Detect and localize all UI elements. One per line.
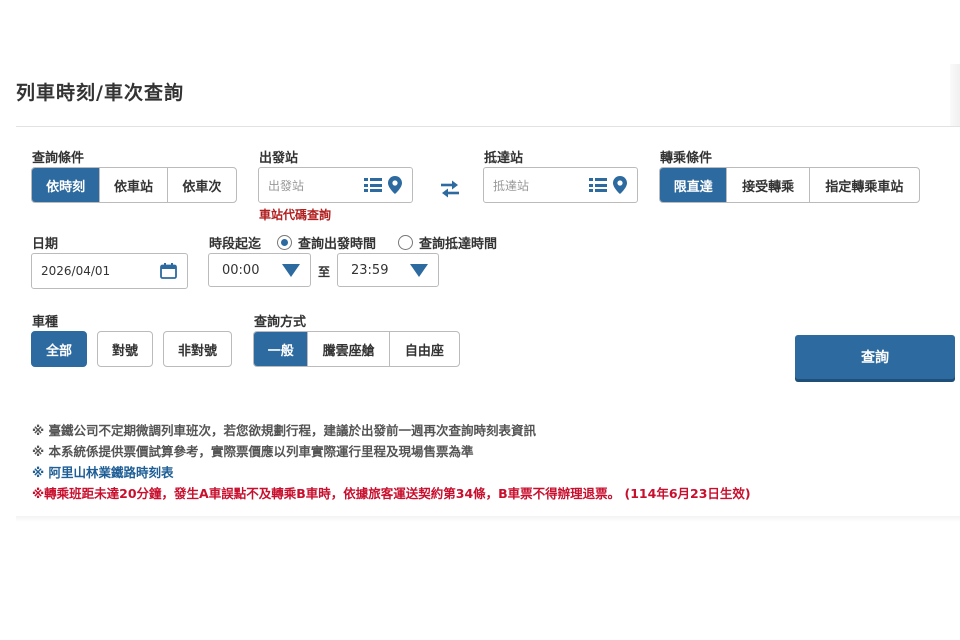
start-time-select[interactable]: 00:00 <box>208 253 311 287</box>
option-by-train-no[interactable]: 依車次 <box>168 168 236 202</box>
departure-placeholder: 出發站 <box>268 178 305 193</box>
departure-label: 出發站 <box>259 151 299 166</box>
transfer-toggle: 限直達 接受轉乘 指定轉乘車站 <box>659 167 920 203</box>
note-schedule-adjust: ※ 臺鐵公司不定期微調列車班次，若您欲規劃行程，建議於出發前一週再次查詢時刻表資… <box>32 423 537 438</box>
radio-unselected-icon[interactable] <box>398 235 413 250</box>
radio-selected-icon[interactable] <box>277 235 292 250</box>
arrival-label: 抵達站 <box>484 151 524 166</box>
station-list-icon[interactable] <box>589 178 607 192</box>
option-tengyun-cabin[interactable]: 騰雲座艙 <box>308 332 390 366</box>
radio-arrival-time[interactable]: 查詢抵達時間 <box>398 233 497 252</box>
train-type-all-button[interactable]: 全部 <box>31 331 87 367</box>
time-range-label: 時段起迄 <box>209 237 262 252</box>
end-time-select[interactable]: 23:59 <box>337 253 439 287</box>
dropdown-arrow-icon <box>410 263 428 277</box>
train-type-reserved-button[interactable]: 對號 <box>97 331 153 367</box>
departure-station-input[interactable]: 出發站 <box>258 167 413 203</box>
radio-departure-time[interactable]: 查詢出發時間 <box>277 233 376 252</box>
arrival-station-input[interactable]: 抵達站 <box>483 167 638 203</box>
date-input[interactable]: 2026/04/01 <box>31 253 188 289</box>
calendar-icon[interactable] <box>160 263 177 279</box>
arrival-placeholder: 抵達站 <box>493 178 530 193</box>
location-pin-icon[interactable] <box>388 176 402 194</box>
option-by-station[interactable]: 依車站 <box>100 168 168 202</box>
date-label: 日期 <box>32 237 59 252</box>
page-title: 列車時刻/車次查詢 <box>16 82 184 104</box>
end-time-value: 23:59 <box>351 262 389 278</box>
option-accept-transfer[interactable]: 接受轉乘 <box>727 168 810 202</box>
option-direct-only[interactable]: 限直達 <box>660 168 728 202</box>
to-label: 至 <box>318 265 331 279</box>
dropdown-arrow-icon <box>282 263 300 277</box>
query-mode-label: 查詢方式 <box>254 315 307 330</box>
station-code-lookup-link[interactable]: 車站代碼查詢 <box>259 206 331 223</box>
transfer-warning: ※轉乘班距未達20分鐘，發生A車誤點不及轉乘B車時，依據旅客運送契約第34條，B… <box>32 486 751 501</box>
panel-bottom-shadow <box>16 516 960 522</box>
query-mode-toggle: 一般 騰雲座艙 自由座 <box>253 331 460 367</box>
radio-departure-label: 查詢出發時間 <box>298 237 377 252</box>
radio-arrival-label: 查詢抵達時間 <box>419 237 498 252</box>
query-condition-label: 查詢條件 <box>32 151 85 166</box>
notes-section: ※ 臺鐵公司不定期微調列車班次，若您欲規劃行程，建議於出發前一週再次查詢時刻表資… <box>32 420 751 504</box>
note-fare-reference: ※ 本系統係提供票價試算參考，實際票價應以列車實際運行里程及現場售票為準 <box>32 444 474 459</box>
location-pin-icon[interactable] <box>613 176 627 194</box>
train-type-unreserved-button[interactable]: 非對號 <box>163 331 232 367</box>
option-free-seating[interactable]: 自由座 <box>390 332 459 366</box>
option-general[interactable]: 一般 <box>254 332 309 366</box>
transfer-label: 轉乘條件 <box>660 151 713 166</box>
start-time-value: 00:00 <box>222 262 260 278</box>
date-value: 2026/04/01 <box>41 264 111 278</box>
search-button[interactable]: 查詢 <box>795 335 955 379</box>
query-condition-toggle: 依時刻 依車站 依車次 <box>31 167 237 203</box>
train-type-label: 車種 <box>32 315 59 330</box>
option-specify-transfer-station[interactable]: 指定轉乘車站 <box>810 168 919 202</box>
station-list-icon[interactable] <box>364 178 382 192</box>
option-by-time[interactable]: 依時刻 <box>32 168 101 202</box>
alishan-timetable-link[interactable]: ※ 阿里山林業鐵路時刻表 <box>32 462 751 483</box>
swap-stations-icon[interactable] <box>439 179 461 199</box>
